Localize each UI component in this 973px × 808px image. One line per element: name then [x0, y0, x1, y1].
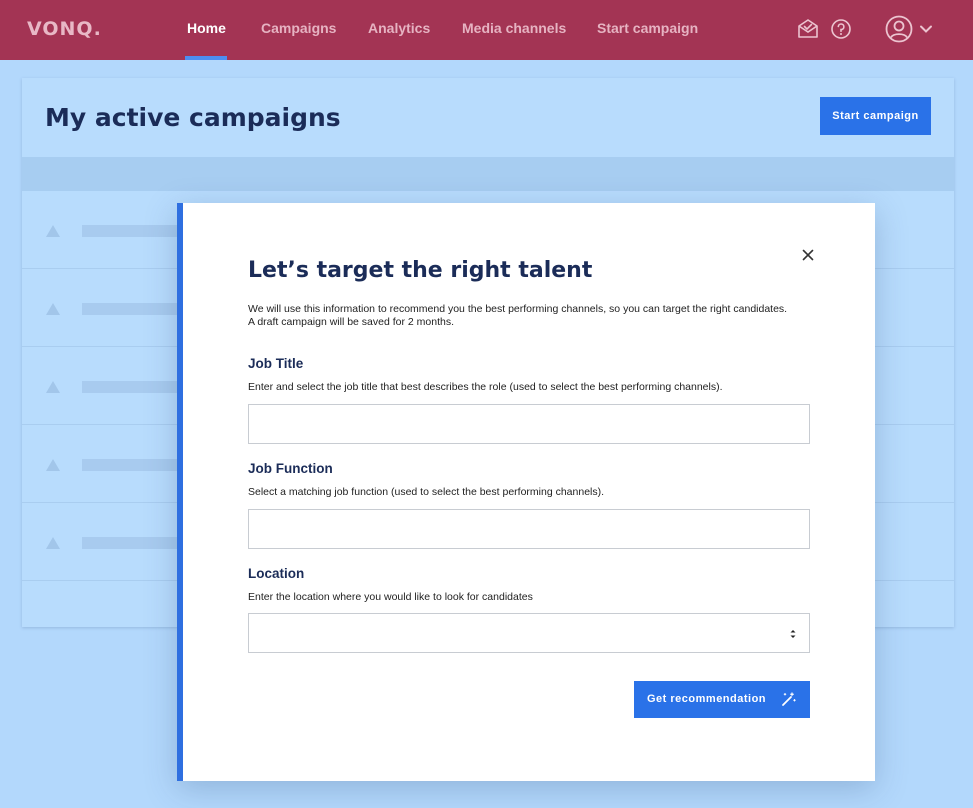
top-nav-bar: VONQ. Home Campaigns Analytics Media cha… [0, 0, 973, 60]
status-icon [46, 303, 60, 315]
status-icon [46, 459, 60, 471]
nav-analytics[interactable]: Analytics [368, 20, 430, 36]
page-title: My active campaigns [45, 103, 341, 132]
vonq-logo[interactable]: VONQ. [27, 18, 102, 40]
location-help: Enter the location where you would like … [248, 591, 533, 603]
modal-title: Let’s target the right talent [248, 258, 593, 283]
status-icon [46, 381, 60, 393]
get-recommendation-label: Get recommendation [647, 693, 767, 705]
status-icon [46, 537, 60, 549]
nav-home[interactable]: Home [187, 20, 226, 36]
placeholder-bar [82, 225, 182, 237]
placeholder-bar [82, 537, 182, 549]
nav-media-channels[interactable]: Media channels [462, 20, 566, 36]
status-icon [46, 225, 60, 237]
location-select[interactable] [248, 613, 810, 653]
modal-intro-text: We will use this information to recommen… [248, 303, 788, 328]
location-label: Location [248, 566, 305, 581]
chevron-down-icon[interactable] [918, 21, 934, 37]
magic-wand-icon [782, 692, 796, 706]
get-recommendation-button[interactable]: Get recommendation [634, 681, 810, 718]
job-function-help: Select a matching job function (used to … [248, 486, 605, 498]
job-title-help: Enter and select the job title that best… [248, 381, 723, 393]
placeholder-bar [82, 459, 182, 471]
placeholder-bar [82, 381, 182, 393]
nav-campaigns[interactable]: Campaigns [261, 20, 336, 36]
target-talent-modal: Let’s target the right talent We will us… [177, 203, 875, 781]
mail-check-icon[interactable] [796, 17, 820, 41]
job-function-label: Job Function [248, 461, 333, 476]
table-header [22, 157, 954, 191]
active-tab-indicator [185, 56, 227, 60]
start-campaign-button[interactable]: Start campaign [820, 97, 931, 135]
job-function-input[interactable] [248, 509, 810, 549]
job-title-label: Job Title [248, 356, 304, 371]
help-icon[interactable] [829, 17, 853, 41]
user-avatar-icon[interactable] [884, 14, 914, 44]
job-title-input[interactable] [248, 404, 810, 444]
select-arrows-icon [790, 630, 796, 638]
placeholder-bar [82, 303, 182, 315]
close-icon[interactable] [798, 245, 818, 265]
nav-start-campaign[interactable]: Start campaign [597, 20, 698, 36]
